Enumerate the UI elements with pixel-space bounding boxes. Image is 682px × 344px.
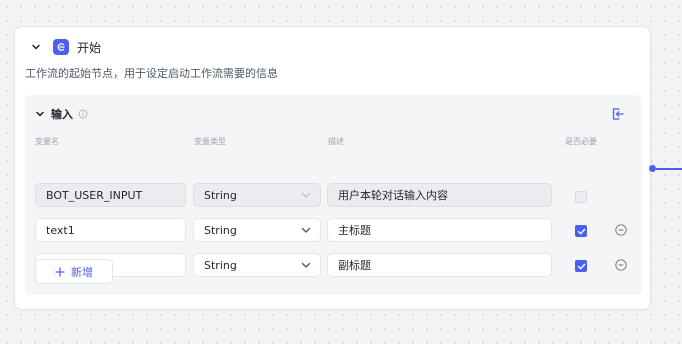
variable-desc-field: 用户本轮对话输入内容: [327, 183, 552, 207]
variable-name-field[interactable]: text1: [35, 218, 186, 242]
variable-type-select: String: [193, 183, 321, 207]
required-checkbox: [575, 191, 587, 203]
info-icon[interactable]: [78, 109, 88, 119]
chevron-down-icon[interactable]: [29, 40, 43, 54]
variable-name-field: BOT_USER_INPUT: [35, 183, 186, 207]
remove-icon[interactable]: [615, 259, 627, 271]
checkmark-icon: [577, 228, 585, 234]
column-header-name: 变量名: [35, 137, 59, 146]
add-variable-button[interactable]: 新增: [35, 259, 113, 284]
node-title: 开始: [77, 40, 102, 55]
variable-type-select[interactable]: String: [193, 218, 321, 242]
column-header-type: 变量类型: [194, 137, 226, 146]
remove-icon[interactable]: [615, 224, 627, 236]
input-panel: 输入 变量名 变量类型 描述 是否必要 BOT_USER_INPUT Strin…: [25, 95, 642, 295]
variable-type-select[interactable]: String: [193, 253, 321, 277]
node-header: 开始: [29, 39, 101, 55]
export-icon[interactable]: [609, 105, 627, 123]
input-section-header: 输入: [35, 107, 88, 121]
node-description: 工作流的起始节点，用于设定启动工作流需要的信息: [25, 67, 278, 80]
plus-icon: [55, 266, 65, 277]
select-arrow-icon: [301, 227, 311, 234]
add-variable-label: 新增: [71, 265, 93, 279]
variable-type-value: String: [204, 188, 237, 202]
connection-line: [656, 168, 682, 170]
column-header-desc: 描述: [328, 137, 344, 146]
select-arrow-icon: [301, 262, 311, 269]
column-header-required: 是否必要: [565, 137, 597, 146]
required-checkbox[interactable]: [575, 225, 587, 237]
variable-desc-field[interactable]: 主标题: [327, 218, 552, 242]
variable-desc-field[interactable]: 副标题: [327, 253, 552, 277]
required-checkbox[interactable]: [575, 260, 587, 272]
variable-type-value: String: [204, 223, 237, 237]
variable-type-value: String: [204, 258, 237, 272]
start-node-card[interactable]: 开始 工作流的起始节点，用于设定启动工作流需要的信息 输入 变量名 变量类型 描…: [14, 26, 651, 310]
output-port-handle[interactable]: [649, 165, 656, 172]
start-node-icon: [53, 39, 69, 55]
chevron-down-icon[interactable]: [35, 107, 45, 121]
select-arrow-icon: [301, 192, 311, 199]
checkmark-icon: [577, 263, 585, 269]
input-section-title: 输入: [51, 108, 73, 121]
